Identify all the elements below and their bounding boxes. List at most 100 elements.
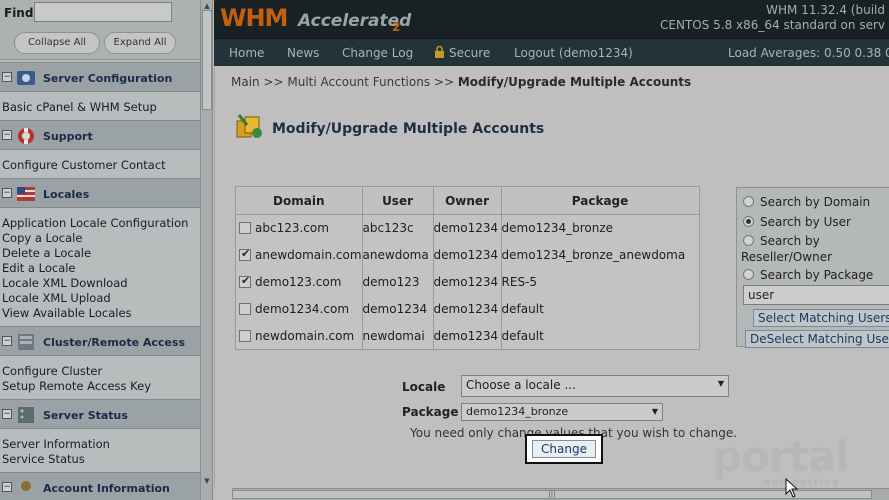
- sidebar-link[interactable]: Configure Customer Contact: [2, 158, 166, 172]
- section-support[interactable]: − Support: [0, 120, 200, 150]
- nav-home[interactable]: Home: [229, 46, 264, 60]
- section-server-configuration[interactable]: − Server Configuration: [0, 62, 200, 92]
- user-cell: demo1234: [361, 295, 434, 323]
- sidebar-link[interactable]: Setup Remote Access Key: [2, 379, 151, 393]
- checkbox-checked-icon[interactable]: [239, 247, 251, 261]
- nav-secure[interactable]: Secure: [449, 46, 490, 60]
- scroll-down-icon[interactable]: ▼: [202, 476, 212, 486]
- checkbox-icon[interactable]: [239, 329, 251, 342]
- package-cell: default: [500, 322, 700, 350]
- sidebar-scrollbar[interactable]: ▲ ▼: [200, 0, 212, 500]
- table-row: newdomain.com newdomai demo1234 default: [235, 322, 700, 350]
- nav-bar: Home News Change Log Secure Logout (demo…: [214, 38, 889, 66]
- checkbox-checked-icon[interactable]: [239, 274, 251, 288]
- chevron-down-icon: ▼: [651, 407, 658, 416]
- server-status-icon: [18, 407, 34, 423]
- package-label: Package: [402, 405, 459, 419]
- package-select[interactable]: demo1234_bronze ▼: [461, 403, 663, 421]
- collapse-toggle-icon[interactable]: −: [2, 188, 12, 198]
- sidebar-link[interactable]: Server Information: [2, 437, 110, 451]
- domain-cell: newdomain.com: [235, 322, 363, 350]
- user-cell: abc123c: [361, 214, 434, 242]
- section-account-information[interactable]: − Account Information: [0, 472, 200, 500]
- section-title: Server Status: [43, 409, 128, 422]
- radio-search-by-domain[interactable]: Search by Domain: [743, 195, 870, 209]
- search-panel: Search by Domain Search by User Search b…: [736, 187, 889, 348]
- sidebar-link[interactable]: Delete a Locale: [2, 246, 91, 260]
- domain-text: abc123.com: [255, 221, 329, 236]
- lifebuoy-icon: [18, 128, 34, 144]
- server-icon: [18, 334, 34, 350]
- checkbox-icon[interactable]: [239, 303, 251, 315]
- radio-label-continued: Reseller/Owner: [741, 250, 833, 264]
- collapse-toggle-icon[interactable]: −: [2, 72, 12, 82]
- sidebar-scroll-thumb[interactable]: [202, 10, 212, 110]
- section-server-status[interactable]: − Server Status: [0, 399, 200, 429]
- logo-version: 2: [392, 20, 401, 34]
- nav-logout[interactable]: Logout (demo1234): [514, 46, 633, 60]
- radio-icon[interactable]: [743, 269, 754, 280]
- sidebar-link[interactable]: Application Locale Configuration: [2, 216, 188, 230]
- sidebar-link[interactable]: Copy a Locale: [2, 231, 82, 245]
- nav-news[interactable]: News: [287, 46, 319, 60]
- sidebar-link[interactable]: Basic cPanel & WHM Setup: [2, 100, 157, 114]
- radio-icon[interactable]: [743, 196, 754, 207]
- locale-label: Locale: [402, 380, 446, 394]
- domain-cell: abc123.com: [235, 214, 363, 242]
- column-header-package: Package: [500, 186, 700, 215]
- search-input[interactable]: user: [743, 285, 889, 305]
- accounts-table: Domain User Owner Package abc123.com abc1…: [235, 186, 700, 350]
- mouse-cursor-icon: [785, 478, 799, 498]
- find-area: Find Collapse All Expand All: [0, 0, 200, 60]
- collapse-toggle-icon[interactable]: −: [2, 409, 12, 419]
- package-cell: demo1234_bronze_anewdoma: [500, 241, 700, 269]
- top-banner: WHM Accelerated 2 WHM 11.32.4 (build CEN…: [214, 0, 889, 38]
- find-input[interactable]: [34, 2, 172, 22]
- collapse-all-button[interactable]: Collapse All: [14, 32, 100, 54]
- find-label: Find: [4, 6, 34, 20]
- radio-label: Search by Package: [760, 268, 874, 282]
- radio-search-by-reseller[interactable]: Search by: [743, 234, 820, 248]
- package-cell: default: [500, 295, 700, 323]
- radio-label: Search by: [760, 234, 820, 248]
- radio-search-by-user[interactable]: Search by User: [743, 215, 851, 229]
- change-button[interactable]: Change: [532, 440, 596, 458]
- radio-search-by-package[interactable]: Search by Package: [743, 268, 873, 282]
- collapse-toggle-icon[interactable]: −: [2, 482, 12, 492]
- radio-icon[interactable]: [743, 235, 754, 246]
- locale-select[interactable]: Choose a locale ... ▼: [461, 375, 729, 397]
- content-area: Main >> Multi Account Functions >> Modif…: [214, 66, 889, 488]
- section-title: Support: [43, 130, 93, 143]
- collapse-toggle-icon[interactable]: −: [2, 336, 12, 346]
- sidebar-link[interactable]: Locale XML Upload: [2, 291, 111, 305]
- select-matching-users-button[interactable]: Select Matching Users: [753, 309, 889, 327]
- sidebar-link[interactable]: Edit a Locale: [2, 261, 76, 275]
- breadcrumb-path[interactable]: Main >> Multi Account Functions >>: [231, 75, 458, 89]
- breadcrumb: Main >> Multi Account Functions >> Modif…: [231, 75, 691, 89]
- section-cluster-remote-access[interactable]: − Cluster/Remote Access: [0, 326, 200, 356]
- sidebar-link[interactable]: View Available Locales: [2, 306, 132, 320]
- owner-cell: demo1234: [432, 295, 502, 323]
- table-row: abc123.com abc123c demo1234 demo1234_bronze: [235, 214, 700, 242]
- radio-label: Search by Domain: [760, 195, 871, 209]
- deselect-matching-users-button[interactable]: DeSelect Matching User: [745, 330, 889, 348]
- section-locales[interactable]: − Locales: [0, 178, 200, 208]
- radio-selected-icon[interactable]: [743, 216, 754, 227]
- expand-all-button[interactable]: Expand All: [104, 32, 176, 54]
- locale-select-value: Choose a locale ...: [466, 378, 576, 392]
- horizontal-scroll-thumb[interactable]: |||: [232, 490, 872, 499]
- os-info: CENTOS 5.8 x86_64 standard on serv: [660, 18, 885, 32]
- load-averages: Load Averages: 0.50 0.38 0: [728, 46, 889, 60]
- user-cell: demo123: [361, 268, 434, 296]
- nav-change-log[interactable]: Change Log: [342, 46, 413, 60]
- radio-label: Search by User: [760, 215, 851, 229]
- sidebar-link[interactable]: Configure Cluster: [2, 364, 102, 378]
- collapse-toggle-icon[interactable]: −: [2, 130, 12, 140]
- sidebar-link[interactable]: Service Status: [2, 452, 85, 466]
- owner-cell: demo1234: [432, 322, 502, 350]
- domain-text: demo1234.com: [255, 302, 350, 316]
- checkbox-icon[interactable]: [239, 222, 251, 235]
- wrench-icon: [17, 71, 35, 85]
- sidebar-link[interactable]: Locale XML Download: [2, 276, 128, 290]
- change-button-highlight: Change: [525, 434, 603, 464]
